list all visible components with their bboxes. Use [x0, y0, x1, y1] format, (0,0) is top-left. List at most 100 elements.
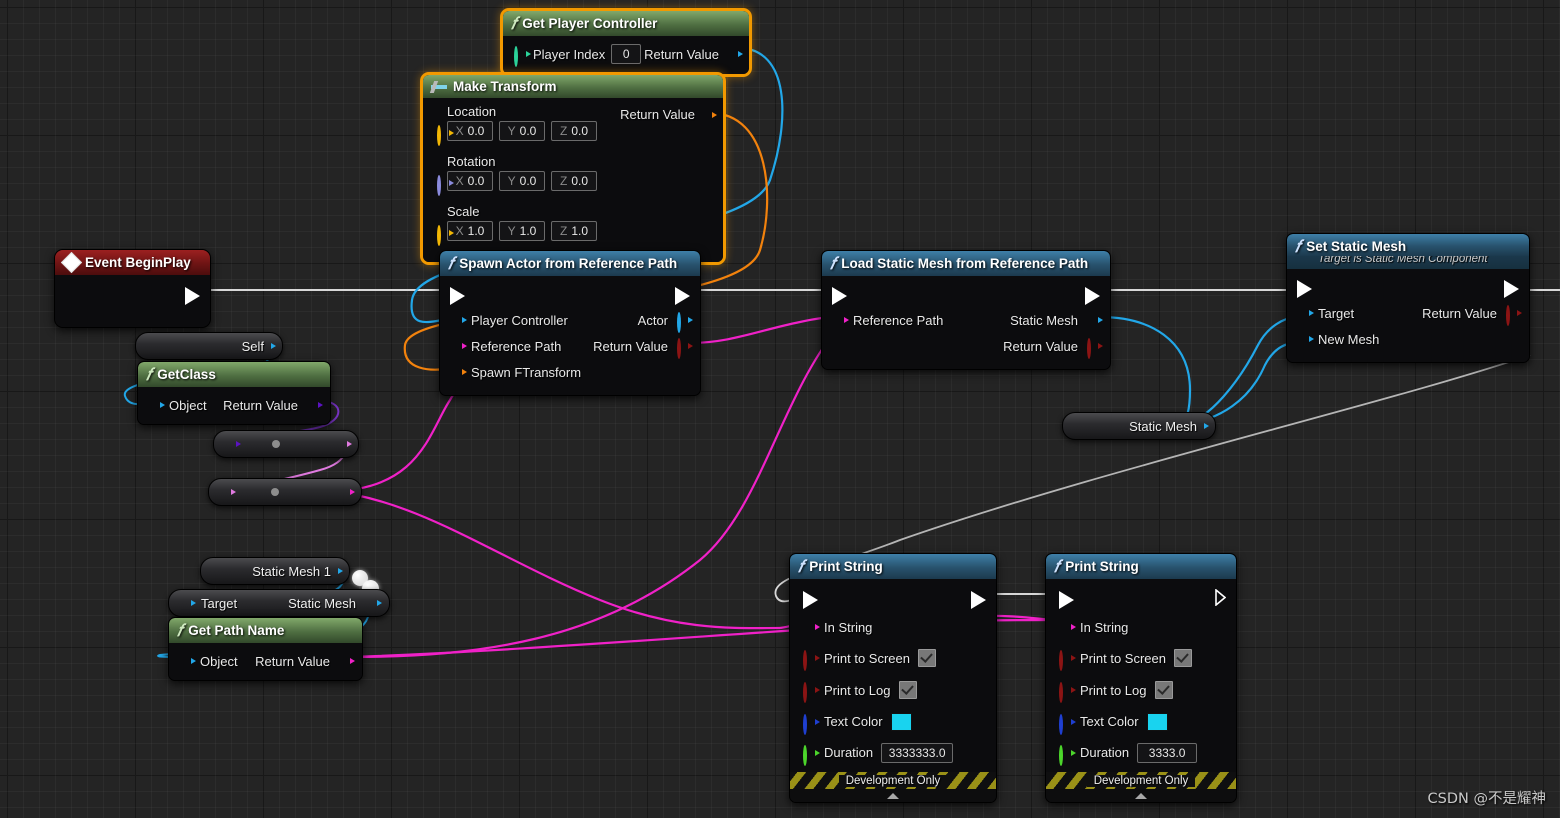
pin-row: Player Controller Actor [440, 307, 700, 333]
conversion-2-input-pin[interactable] [219, 486, 236, 498]
reference-path-pin[interactable] [450, 340, 467, 352]
return-value-pin[interactable] [1506, 305, 1522, 326]
pin-label-duration: Duration [1080, 745, 1130, 760]
node-print-string-2[interactable]: 𝑓 Print String In String Print to Screen [1045, 553, 1237, 803]
collapse-toggle[interactable] [790, 789, 996, 802]
scale-z-input[interactable]: Z 1.0 [551, 221, 597, 241]
location-y-input[interactable]: Y 0.0 [499, 121, 545, 141]
duration-pin[interactable] [803, 745, 820, 766]
scale-y-input[interactable]: Y 1.0 [499, 221, 545, 241]
pin-row: Return Value [822, 333, 1110, 359]
print-to-log-pin[interactable] [803, 682, 820, 703]
node-make-transform[interactable]: Make Transform Location X 0.0 Y 0.0 Z 0.0 R… [420, 72, 726, 265]
location-z-input[interactable]: Z 0.0 [551, 121, 597, 141]
exec-output-pin[interactable] [971, 591, 986, 609]
text-color-pin[interactable] [803, 714, 820, 735]
node-conversion-2[interactable] [208, 478, 362, 506]
static-mesh-1-output-pin[interactable] [327, 565, 343, 577]
conversion-1-output-pin[interactable] [336, 438, 352, 450]
conversion-1-input-pin[interactable] [224, 438, 241, 450]
return-value-pin[interactable] [727, 48, 743, 60]
node-get-class[interactable]: 𝑓 GetClass Object Return Value [137, 361, 331, 425]
exec-output-pin[interactable] [1504, 280, 1519, 298]
text-color-swatch[interactable] [890, 712, 912, 731]
target-pin[interactable] [1297, 307, 1314, 319]
node-get-path-name[interactable]: 𝑓 Get Path Name Object Return Value [168, 617, 363, 681]
node-get-player-controller[interactable]: 𝑓 Get Player Controller Player Index 0 R… [500, 8, 752, 77]
exec-output-pin[interactable] [1085, 287, 1100, 305]
node-static-mesh-reroute[interactable]: Static Mesh [1062, 412, 1216, 440]
print-to-log-pin[interactable] [1059, 682, 1076, 703]
node-header: 𝑓 GetClass [138, 362, 330, 387]
node-get-static-mesh[interactable]: Target Static Mesh [168, 589, 390, 617]
node-conversion-1[interactable] [213, 430, 359, 458]
node-load-static-mesh-from-reference-path[interactable]: 𝑓 Load Static Mesh from Reference Path R… [821, 250, 1111, 370]
print-to-screen-checkbox[interactable] [918, 649, 936, 667]
return-value-pin[interactable] [1087, 338, 1103, 359]
return-value-pin[interactable] [307, 399, 323, 411]
exec-output-pin[interactable] [185, 287, 200, 305]
duration-input[interactable]: 3333333.0 [881, 742, 954, 763]
pin-row: Text Color [1046, 706, 1236, 737]
in-string-pin[interactable] [803, 621, 820, 633]
exec-output-pin[interactable] [1215, 589, 1226, 606]
development-only-banner: Development Only [1046, 772, 1236, 789]
rotation-z-input[interactable]: Z 0.0 [551, 171, 597, 191]
exec-input-pin[interactable] [832, 287, 847, 305]
pin-label-duration: Duration [824, 745, 874, 760]
static-mesh-reroute-output-pin[interactable] [1193, 420, 1209, 432]
conversion-2-output-pin[interactable] [339, 486, 355, 498]
actor-pin[interactable] [677, 312, 693, 333]
in-string-pin[interactable] [1059, 621, 1076, 633]
pin-label-print-to-screen: Print to Screen [1080, 650, 1166, 666]
rotation-pin[interactable] [437, 175, 454, 196]
object-pin[interactable] [179, 655, 196, 667]
return-value-pin[interactable] [701, 109, 717, 121]
exec-input-pin[interactable] [803, 591, 818, 609]
static-mesh-pin[interactable] [1087, 314, 1103, 326]
exec-output-pin[interactable] [675, 287, 690, 305]
rotation-y-input[interactable]: Y 0.0 [499, 171, 545, 191]
exec-input-pin[interactable] [1297, 280, 1312, 298]
collapse-toggle[interactable] [1046, 789, 1236, 802]
duration-pin[interactable] [1059, 745, 1076, 766]
pin-row: Object Return Value [138, 392, 330, 418]
text-color-pin[interactable] [1059, 714, 1076, 735]
node-print-string-1[interactable]: 𝑓 Print String In String Print to Screen… [789, 553, 997, 803]
exec-input-pin[interactable] [1059, 591, 1074, 609]
print-to-log-checkbox[interactable] [898, 681, 917, 699]
text-color-swatch[interactable] [1146, 712, 1168, 731]
node-self-variable[interactable]: Self [135, 332, 283, 360]
print-to-log-checkbox[interactable] [1154, 681, 1173, 699]
scale-pin[interactable] [437, 225, 454, 246]
node-header: 𝑓 Load Static Mesh from Reference Path [822, 251, 1110, 276]
node-spawn-actor-from-reference-path[interactable]: 𝑓 Spawn Actor from Reference Path Player… [439, 250, 701, 396]
player-controller-pin[interactable] [450, 314, 467, 326]
object-pin[interactable] [148, 399, 165, 411]
conversion-1-center-dot [272, 440, 280, 448]
node-event-begin-play[interactable]: Event BeginPlay [54, 249, 211, 328]
self-output-pin[interactable] [260, 340, 276, 352]
print-to-screen-pin[interactable] [1059, 650, 1076, 671]
print-to-screen-checkbox[interactable] [1174, 649, 1192, 667]
target-pin[interactable] [179, 597, 196, 609]
node-set-static-mesh[interactable]: 𝑓 Set Static Mesh Target is Static Mesh … [1286, 233, 1530, 363]
return-value-pin[interactable] [677, 338, 693, 359]
blueprint-graph-canvas[interactable]: 𝑓 Get Player Controller Player Index 0 R… [0, 0, 1560, 818]
player-index-input[interactable]: 0 [611, 44, 642, 64]
duration-input[interactable]: 3333.0 [1137, 742, 1198, 763]
player-index-pin[interactable] [514, 46, 531, 67]
pin-row: In String [1046, 612, 1236, 642]
return-value-pin[interactable] [339, 655, 355, 667]
pin-label-target: Target [1318, 305, 1355, 321]
reference-path-pin[interactable] [832, 314, 849, 326]
node-static-mesh-1-variable[interactable]: Static Mesh 1 [200, 557, 350, 585]
node-header: 𝑓 Print String [1046, 554, 1236, 579]
static-mesh-pin[interactable] [366, 597, 382, 609]
new-mesh-pin[interactable] [1297, 333, 1314, 345]
spawn-ftransform-pin[interactable] [450, 366, 467, 378]
node-title: Spawn Actor from Reference Path [459, 256, 678, 271]
print-to-screen-pin[interactable] [803, 650, 820, 671]
exec-input-pin[interactable] [450, 287, 465, 305]
location-pin[interactable] [437, 125, 454, 146]
